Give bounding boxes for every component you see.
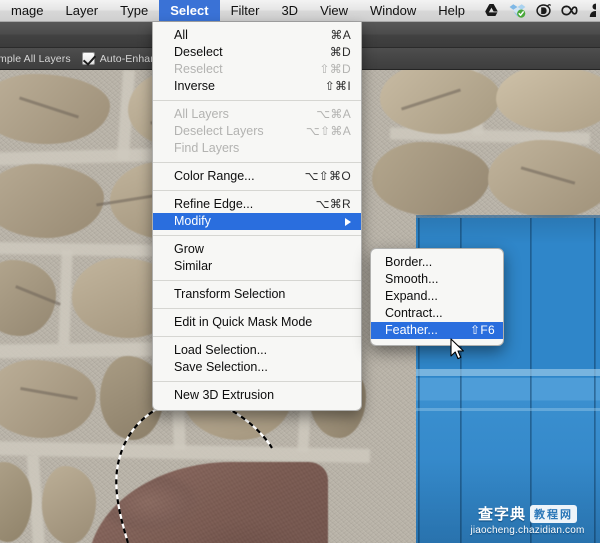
submenu-arrow-icon <box>345 217 351 226</box>
menu-separator <box>153 381 361 382</box>
menu-select[interactable]: Select <box>159 0 220 21</box>
google-drive-icon[interactable] <box>483 2 500 19</box>
select-menu-dropdown[interactable]: All ⌘A Deselect ⌘D Reselect ⇧⌘D Inverse ⇧⌘I All … <box>152 22 362 411</box>
menu-item-label: Contract... <box>385 306 443 320</box>
select-menu-item-new-3d-extrusion[interactable]: New 3D Extrusion <box>153 387 361 404</box>
menu-bar[interactable]: mage Layer Type Select Filter 3D View Wi… <box>0 0 600 22</box>
modify-submenu[interactable]: Border... Smooth... Expand... Contract... Fe… <box>370 248 504 346</box>
menu-item-shortcut: ⌘D <box>329 45 351 59</box>
dropbox-sync-icon[interactable] <box>509 2 526 19</box>
menu-layer[interactable]: Layer <box>55 0 110 21</box>
select-menu-item-deselect[interactable]: Deselect ⌘D <box>153 44 361 61</box>
creative-cloud-icon[interactable] <box>561 2 578 19</box>
menu-item-shortcut: ⌥⇧⌘O <box>304 169 351 183</box>
select-menu-item-all-layers: All Layers ⌥⌘A <box>153 106 361 123</box>
menu-item-label: Smooth... <box>385 272 439 286</box>
menu-item-shortcut: ⇧⌘D <box>319 62 351 76</box>
select-menu-item-inverse[interactable]: Inverse ⇧⌘I <box>153 78 361 95</box>
menu-separator <box>153 280 361 281</box>
menu-separator <box>153 336 361 337</box>
door-highlight-band <box>416 369 600 376</box>
menu-item-shortcut: ⇧⌘I <box>324 79 351 93</box>
dropbox-badge-icon[interactable] <box>535 2 552 19</box>
menu-separator <box>153 235 361 236</box>
menu-item-label: Inverse <box>174 79 215 93</box>
menu-item-label: Deselect <box>174 45 223 59</box>
menu-item-label: All <box>174 28 188 42</box>
menu-item-shortcut: ⇧F6 <box>470 323 495 337</box>
menu-item-label: New 3D Extrusion <box>174 388 275 402</box>
menu-separator <box>153 308 361 309</box>
menu-item-label: Expand... <box>385 289 438 303</box>
menu-separator <box>153 190 361 191</box>
select-menu-item-refine-edge[interactable]: Refine Edge... ⌥⌘R <box>153 196 361 213</box>
menu-item-label: Modify <box>174 214 211 228</box>
door-shadow <box>416 218 600 244</box>
menu-item-label: Find Layers <box>174 141 240 155</box>
modify-item-feather[interactable]: Feather... ⇧F6 <box>371 322 503 339</box>
menu-item-label: Transform Selection <box>174 287 286 301</box>
select-menu-item-save-selection[interactable]: Save Selection... <box>153 359 361 376</box>
select-menu-item-grow[interactable]: Grow <box>153 241 361 258</box>
modify-item-border[interactable]: Border... <box>371 254 503 271</box>
select-menu-item-reselect: Reselect ⇧⌘D <box>153 61 361 78</box>
menu-item-label: Feather... <box>385 323 438 337</box>
select-menu-item-similar[interactable]: Similar <box>153 258 361 275</box>
menu-separator <box>153 100 361 101</box>
menu-3d[interactable]: 3D <box>270 0 309 21</box>
menu-item-shortcut: ⌥⌘A <box>316 107 351 121</box>
menu-item-label: Grow <box>174 242 204 256</box>
menu-item-label: Load Selection... <box>174 343 268 357</box>
user-account-icon[interactable] <box>587 2 596 19</box>
select-menu-item-find-layers: Find Layers <box>153 140 361 157</box>
sample-all-layers-label: mple All Layers <box>0 52 71 65</box>
menu-item-shortcut: ⌥⇧⌘A <box>305 124 351 138</box>
menubar-status-icons <box>483 2 600 19</box>
door-shadow <box>416 458 600 543</box>
modify-item-smooth[interactable]: Smooth... <box>371 271 503 288</box>
wall-stone <box>42 466 96 543</box>
modify-item-contract[interactable]: Contract... <box>371 305 503 322</box>
select-menu-item-all[interactable]: All ⌘A <box>153 27 361 44</box>
menu-image[interactable]: mage <box>0 0 55 21</box>
modify-item-expand[interactable]: Expand... <box>371 288 503 305</box>
menu-item-label: Save Selection... <box>174 360 268 374</box>
menu-item-label: Deselect Layers <box>174 124 264 138</box>
menu-window[interactable]: Window <box>359 0 427 21</box>
select-menu-item-color-range[interactable]: Color Range... ⌥⇧⌘O <box>153 168 361 185</box>
menu-filter[interactable]: Filter <box>220 0 271 21</box>
select-menu-item-transform-selection[interactable]: Transform Selection <box>153 286 361 303</box>
menu-item-label: Color Range... <box>174 169 255 183</box>
auto-enhance-checkbox[interactable] <box>81 52 95 65</box>
mouse-cursor <box>450 338 464 360</box>
menu-item-label: Edit in Quick Mask Mode <box>174 315 313 329</box>
menu-view[interactable]: View <box>309 0 359 21</box>
menu-type[interactable]: Type <box>109 0 159 21</box>
menu-item-label: Border... <box>385 255 433 269</box>
menu-item-shortcut: ⌥⌘R <box>315 197 351 211</box>
menu-item-label: Reselect <box>174 62 223 76</box>
door-highlight-band <box>416 408 600 411</box>
select-menu-item-deselect-layers: Deselect Layers ⌥⇧⌘A <box>153 123 361 140</box>
menu-item-shortcut: ⌘A <box>330 28 351 42</box>
menu-item-label: Refine Edge... <box>174 197 254 211</box>
select-menu-item-edit-in-quick-mask-mode[interactable]: Edit in Quick Mask Mode <box>153 314 361 331</box>
menu-item-label: All Layers <box>174 107 229 121</box>
photoshop-screen: e Photoshop CS6 mple All Layers Auto-Enh… <box>0 0 600 543</box>
select-menu-item-load-selection[interactable]: Load Selection... <box>153 342 361 359</box>
menu-help[interactable]: Help <box>427 0 476 21</box>
select-menu-item-modify[interactable]: Modify <box>153 213 361 230</box>
menu-separator <box>153 162 361 163</box>
menu-item-label: Similar <box>174 259 213 273</box>
